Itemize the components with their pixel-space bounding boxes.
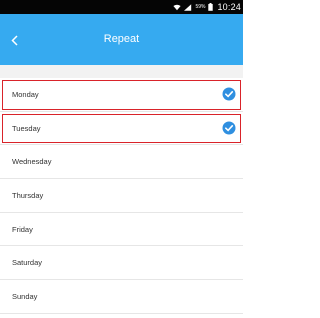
day-row-thursday[interactable]: Thursday xyxy=(0,179,243,213)
status-icons: 59% xyxy=(173,3,214,11)
checkmark-icon xyxy=(222,121,236,135)
signal-icon xyxy=(184,3,192,11)
day-list: Monday Tuesday Wednesday Thursday Friday Satu… xyxy=(0,78,243,314)
section-gap xyxy=(0,65,243,78)
day-row-friday[interactable]: Friday xyxy=(0,212,243,247)
day-label: Saturday xyxy=(12,258,43,268)
day-label: Tuesday xyxy=(12,123,41,133)
nav-bar: Repeat xyxy=(0,14,243,65)
status-time: 10:24 xyxy=(217,2,241,12)
day-label: Sunday xyxy=(12,291,38,301)
day-label: Monday xyxy=(12,89,39,99)
day-row-monday[interactable]: Monday xyxy=(0,78,243,112)
day-row-saturday[interactable]: Saturday xyxy=(0,246,243,281)
battery-percent: 59% xyxy=(195,4,206,10)
page-title: Repeat xyxy=(103,32,140,45)
status-bar: 59% 10:24 xyxy=(0,0,243,14)
day-label: Wednesday xyxy=(12,157,52,167)
day-row-tuesday[interactable]: Tuesday xyxy=(0,111,243,146)
day-label: Thursday xyxy=(12,190,44,200)
day-row-sunday[interactable]: Sunday xyxy=(0,280,243,314)
day-row-wednesday[interactable]: Wednesday xyxy=(0,145,243,180)
wifi-icon xyxy=(173,4,182,10)
checkmark-icon xyxy=(222,87,236,101)
battery-icon xyxy=(208,3,214,11)
day-label: Friday xyxy=(12,224,33,234)
